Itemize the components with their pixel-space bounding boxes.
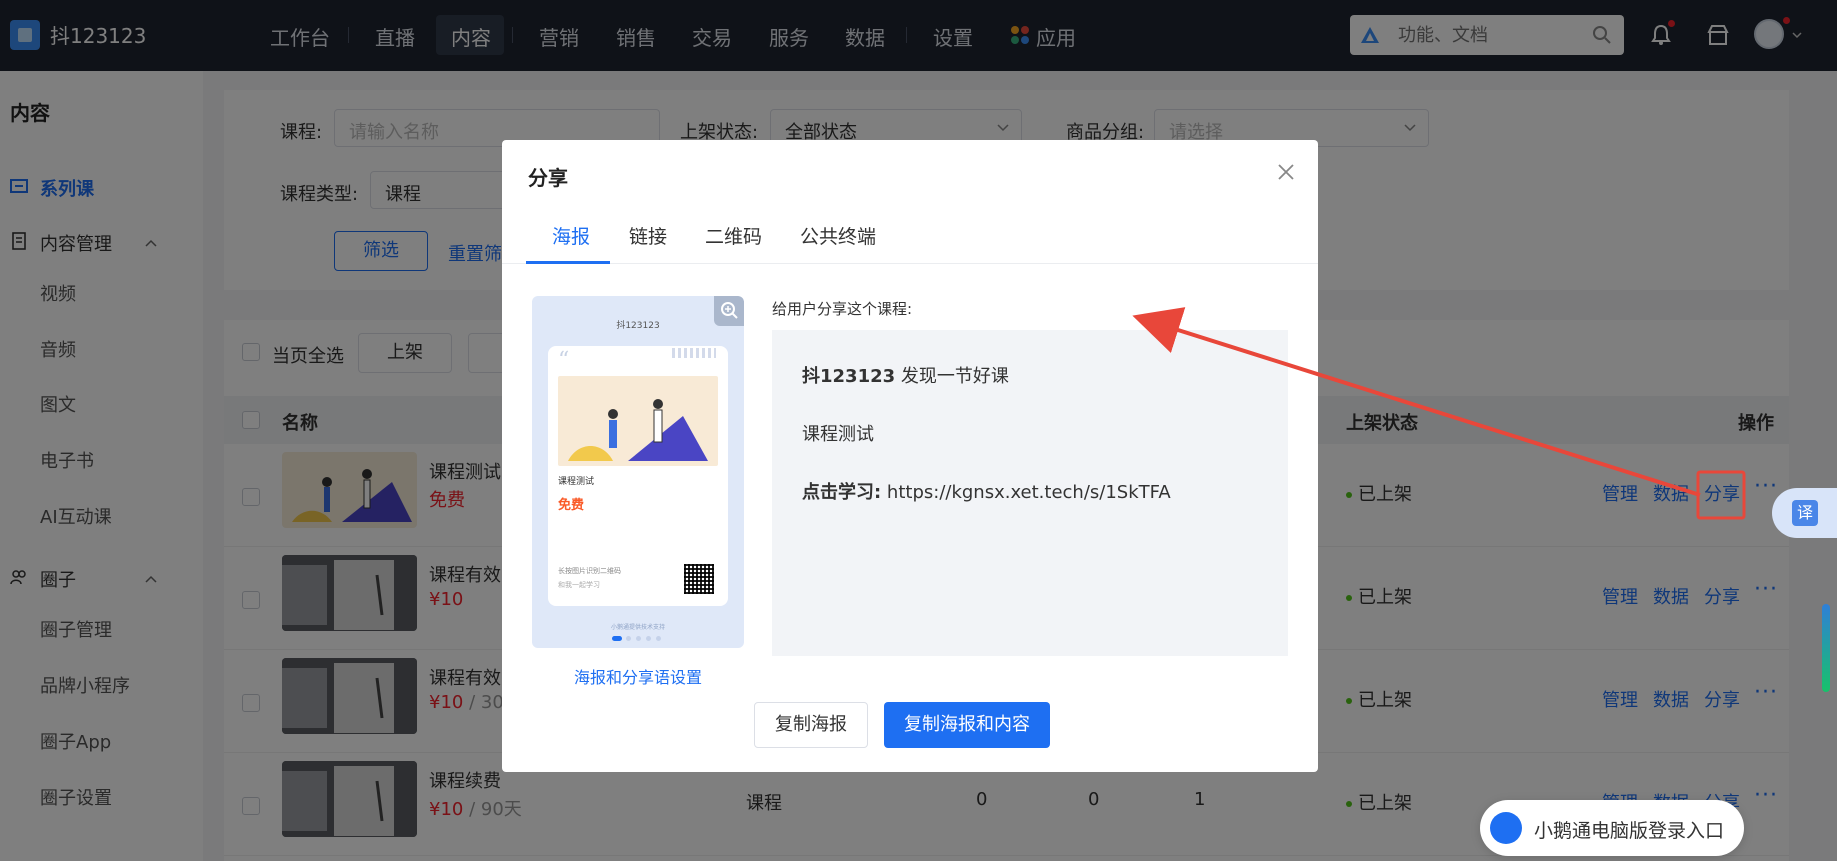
qrcode-icon <box>684 564 714 594</box>
poster-course-title: 课程测试 <box>558 477 595 487</box>
tab-poster[interactable]: 海报 <box>552 222 590 249</box>
poster-brand: 抖123123 <box>616 321 660 331</box>
share-brand-suffix: 发现一节好课 <box>895 366 1009 387</box>
translate-button[interactable]: 译 <box>1772 488 1837 538</box>
poster-image <box>558 376 718 466</box>
poster-footer: 小鹅通提供技术支持 <box>610 624 665 631</box>
translate-icon: 译 <box>1792 500 1818 526</box>
poster-settings-link[interactable]: 海报和分享语设置 <box>532 664 744 688</box>
quote-icon: “ <box>558 348 570 373</box>
dialog-title: 分享 <box>528 166 568 190</box>
desktop-login-entry[interactable]: 小鹅通电脑版登录入口 <box>1480 800 1744 856</box>
share-tabs: 海报 链接 二维码 公共终端 <box>502 204 1318 264</box>
desktop-login-label: 小鹅通电脑版登录入口 <box>1534 820 1725 842</box>
share-url: https://kgnsx.xet.tech/s/1SkTFA <box>881 482 1171 503</box>
copy-poster-button[interactable]: 复制海报 <box>754 702 868 748</box>
tab-qrcode[interactable]: 二维码 <box>705 222 762 249</box>
poster-decoration <box>672 348 716 358</box>
share-line-brand: 抖123123 发现一节好课 <box>802 362 1009 388</box>
poster-price: 免费 <box>558 498 585 513</box>
share-line-course: 课程测试 <box>802 424 874 445</box>
poster-hint-sub: 和我一起学习 <box>558 581 600 589</box>
scrollbar[interactable] <box>1822 604 1830 692</box>
share-brand: 抖123123 <box>802 366 896 387</box>
share-learn-label: 点击学习: <box>802 482 882 503</box>
poster-hint: 长按图片识别二维码 <box>558 567 621 575</box>
share-text-label: 给用户分享这个课程: <box>772 300 913 318</box>
active-tab-indicator <box>526 261 610 264</box>
close-icon[interactable] <box>1276 162 1296 182</box>
copy-poster-and-content-button[interactable]: 复制海报和内容 <box>884 702 1050 748</box>
carousel-dots[interactable] <box>612 636 672 642</box>
poster-preview[interactable]: 抖123123 “ 课程测试 免费 长按图片识别二维码 和我一起学习 小鹅通提供… <box>532 296 744 648</box>
share-line-url: 点击学习: https://kgnsx.xet.tech/s/1SkTFA <box>802 478 1171 504</box>
share-text-box[interactable]: 抖123123 发现一节好课 课程测试 点击学习: https://kgnsx.… <box>772 330 1288 656</box>
app-logo-icon <box>1490 812 1522 844</box>
tab-link[interactable]: 链接 <box>629 222 667 249</box>
share-dialog: 分享 海报 链接 二维码 公共终端 抖123123 “ 课程测试 免费 长按图片… <box>502 140 1318 772</box>
tab-public-terminal[interactable]: 公共终端 <box>800 222 876 249</box>
